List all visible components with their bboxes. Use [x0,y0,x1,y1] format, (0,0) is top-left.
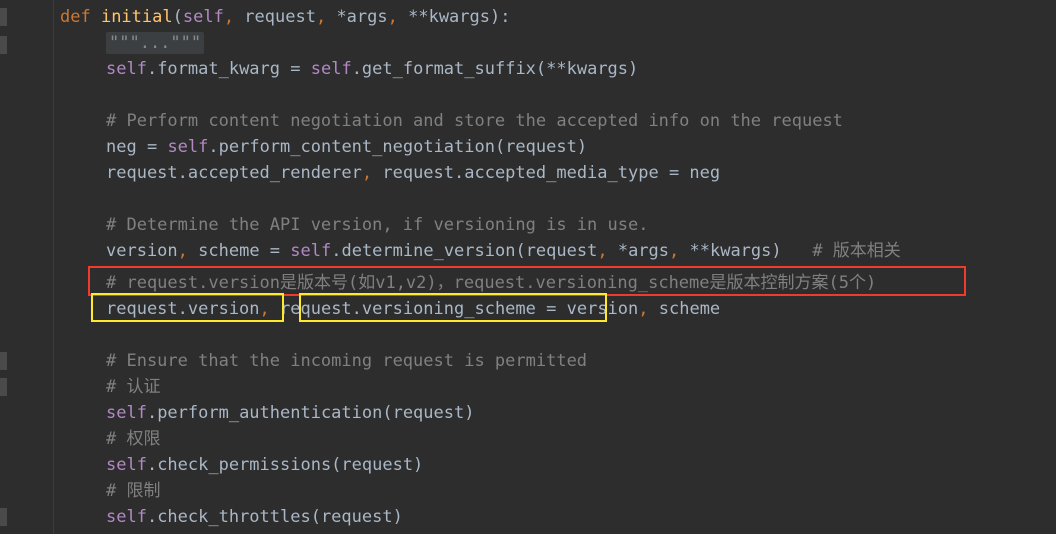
code-line[interactable]: def initial(self, request, *args, **kwar… [60,4,510,30]
code-token: scheme [648,299,721,319]
code-token: self [106,455,147,475]
code-token: , [223,7,235,27]
code-line[interactable]: self.format_kwarg = self.get_format_suff… [106,56,638,82]
change-marker[interactable] [0,352,7,370]
code-token: version [106,241,178,261]
code-token: neg [689,163,721,183]
code-token: self [106,507,147,527]
code-line[interactable]: # 认证 [106,374,160,400]
code-token: , [387,7,398,27]
code-line[interactable]: self.check_throttles(request) [106,504,403,530]
code-token: **kwargs [397,7,490,27]
code-line[interactable]: neg = self.perform_content_negotiation(r… [106,134,587,160]
code-token: .determine_version(request [331,241,598,261]
code-token: # 限制 [106,481,161,501]
code-token: # Determine the API version, if versioni… [106,215,649,235]
change-marker[interactable] [0,8,7,26]
code-token: .perform_authentication(request) [146,403,475,423]
code-token: *args [607,241,670,261]
code-token: self [167,137,209,157]
code-token: , [669,241,680,261]
code-line[interactable]: # request.version是版本号(如v1,v2)，request.ve… [106,270,876,296]
code-token: # Perform content negotiation and store … [106,111,843,131]
code-token: .get_format_suffix(**kwargs) [351,59,639,79]
code-text-area[interactable]: def initial(self, request, *args, **kwar… [54,0,1056,534]
code-token: .check_permissions(request) [146,455,424,475]
code-line[interactable]: request.version, request.versioning_sche… [106,296,720,322]
code-token: request.versioning_scheme [269,299,547,319]
code-line[interactable]: # Perform content negotiation and store … [106,108,843,134]
code-line[interactable]: version, scheme = self.determine_version… [106,238,901,264]
code-line[interactable]: # Ensure that the incoming request is pe… [106,348,587,374]
code-token: .format_kwarg [146,59,291,79]
code-token: ( [172,7,183,27]
code-token: , [315,7,327,27]
code-line[interactable]: # 限制 [106,478,160,504]
code-token: self [106,403,147,423]
code-token: # request.version是版本号(如v1,v2)，request.ve… [106,273,877,293]
code-token: request.version [106,299,260,319]
code-token: neg [106,137,147,157]
code-line[interactable]: self.check_permissions(request) [106,452,423,478]
code-token: = [668,163,690,183]
code-token: self [310,59,352,79]
code-token: *args [326,7,388,27]
code-token: # Ensure that the incoming request is pe… [106,351,588,371]
line-number-gutter[interactable] [10,0,53,534]
code-token: # 权限 [106,429,161,449]
code-token: self [182,7,224,27]
change-marker[interactable] [0,378,7,396]
code-token: **kwargs) [679,241,782,261]
code-token: , [597,241,608,261]
code-token: , [259,299,270,319]
code-token: , [361,163,373,183]
code-line[interactable]: """...""" [106,30,205,56]
code-token: = [146,137,168,157]
code-token: version [566,299,639,319]
code-token: = [290,59,311,79]
code-token: initial [100,7,173,27]
change-marker[interactable] [0,36,7,54]
code-token: # 版本相关 [781,241,901,261]
code-token: .perform_content_negotiation(request) [208,137,588,157]
code-token: request.accepted_media_type [372,163,669,183]
change-marker-gutter[interactable] [0,0,10,534]
code-token: .check_throttles(request) [146,507,403,527]
code-token: def [60,7,101,27]
code-token: # 认证 [106,377,161,397]
code-line[interactable]: self.perform_authentication(request) [106,400,474,426]
code-line[interactable]: # Determine the API version, if versioni… [106,212,648,238]
code-token: self [290,241,332,261]
code-token: = [546,299,567,319]
collapsed-docstring-chip[interactable]: """...""" [106,32,205,54]
code-token: self [106,59,147,79]
code-token: request [234,7,316,27]
code-token: = [269,241,291,261]
code-line[interactable]: # 权限 [106,426,160,452]
code-line[interactable]: request.accepted_renderer, request.accep… [106,160,720,186]
code-token: request.accepted_renderer [106,163,362,183]
code-token: , [638,299,649,319]
code-editor[interactable]: def initial(self, request, *args, **kwar… [0,0,1056,534]
code-token: scheme [187,241,270,261]
code-token: , [177,241,188,261]
change-marker[interactable] [0,508,7,526]
code-token: ): [490,7,511,27]
